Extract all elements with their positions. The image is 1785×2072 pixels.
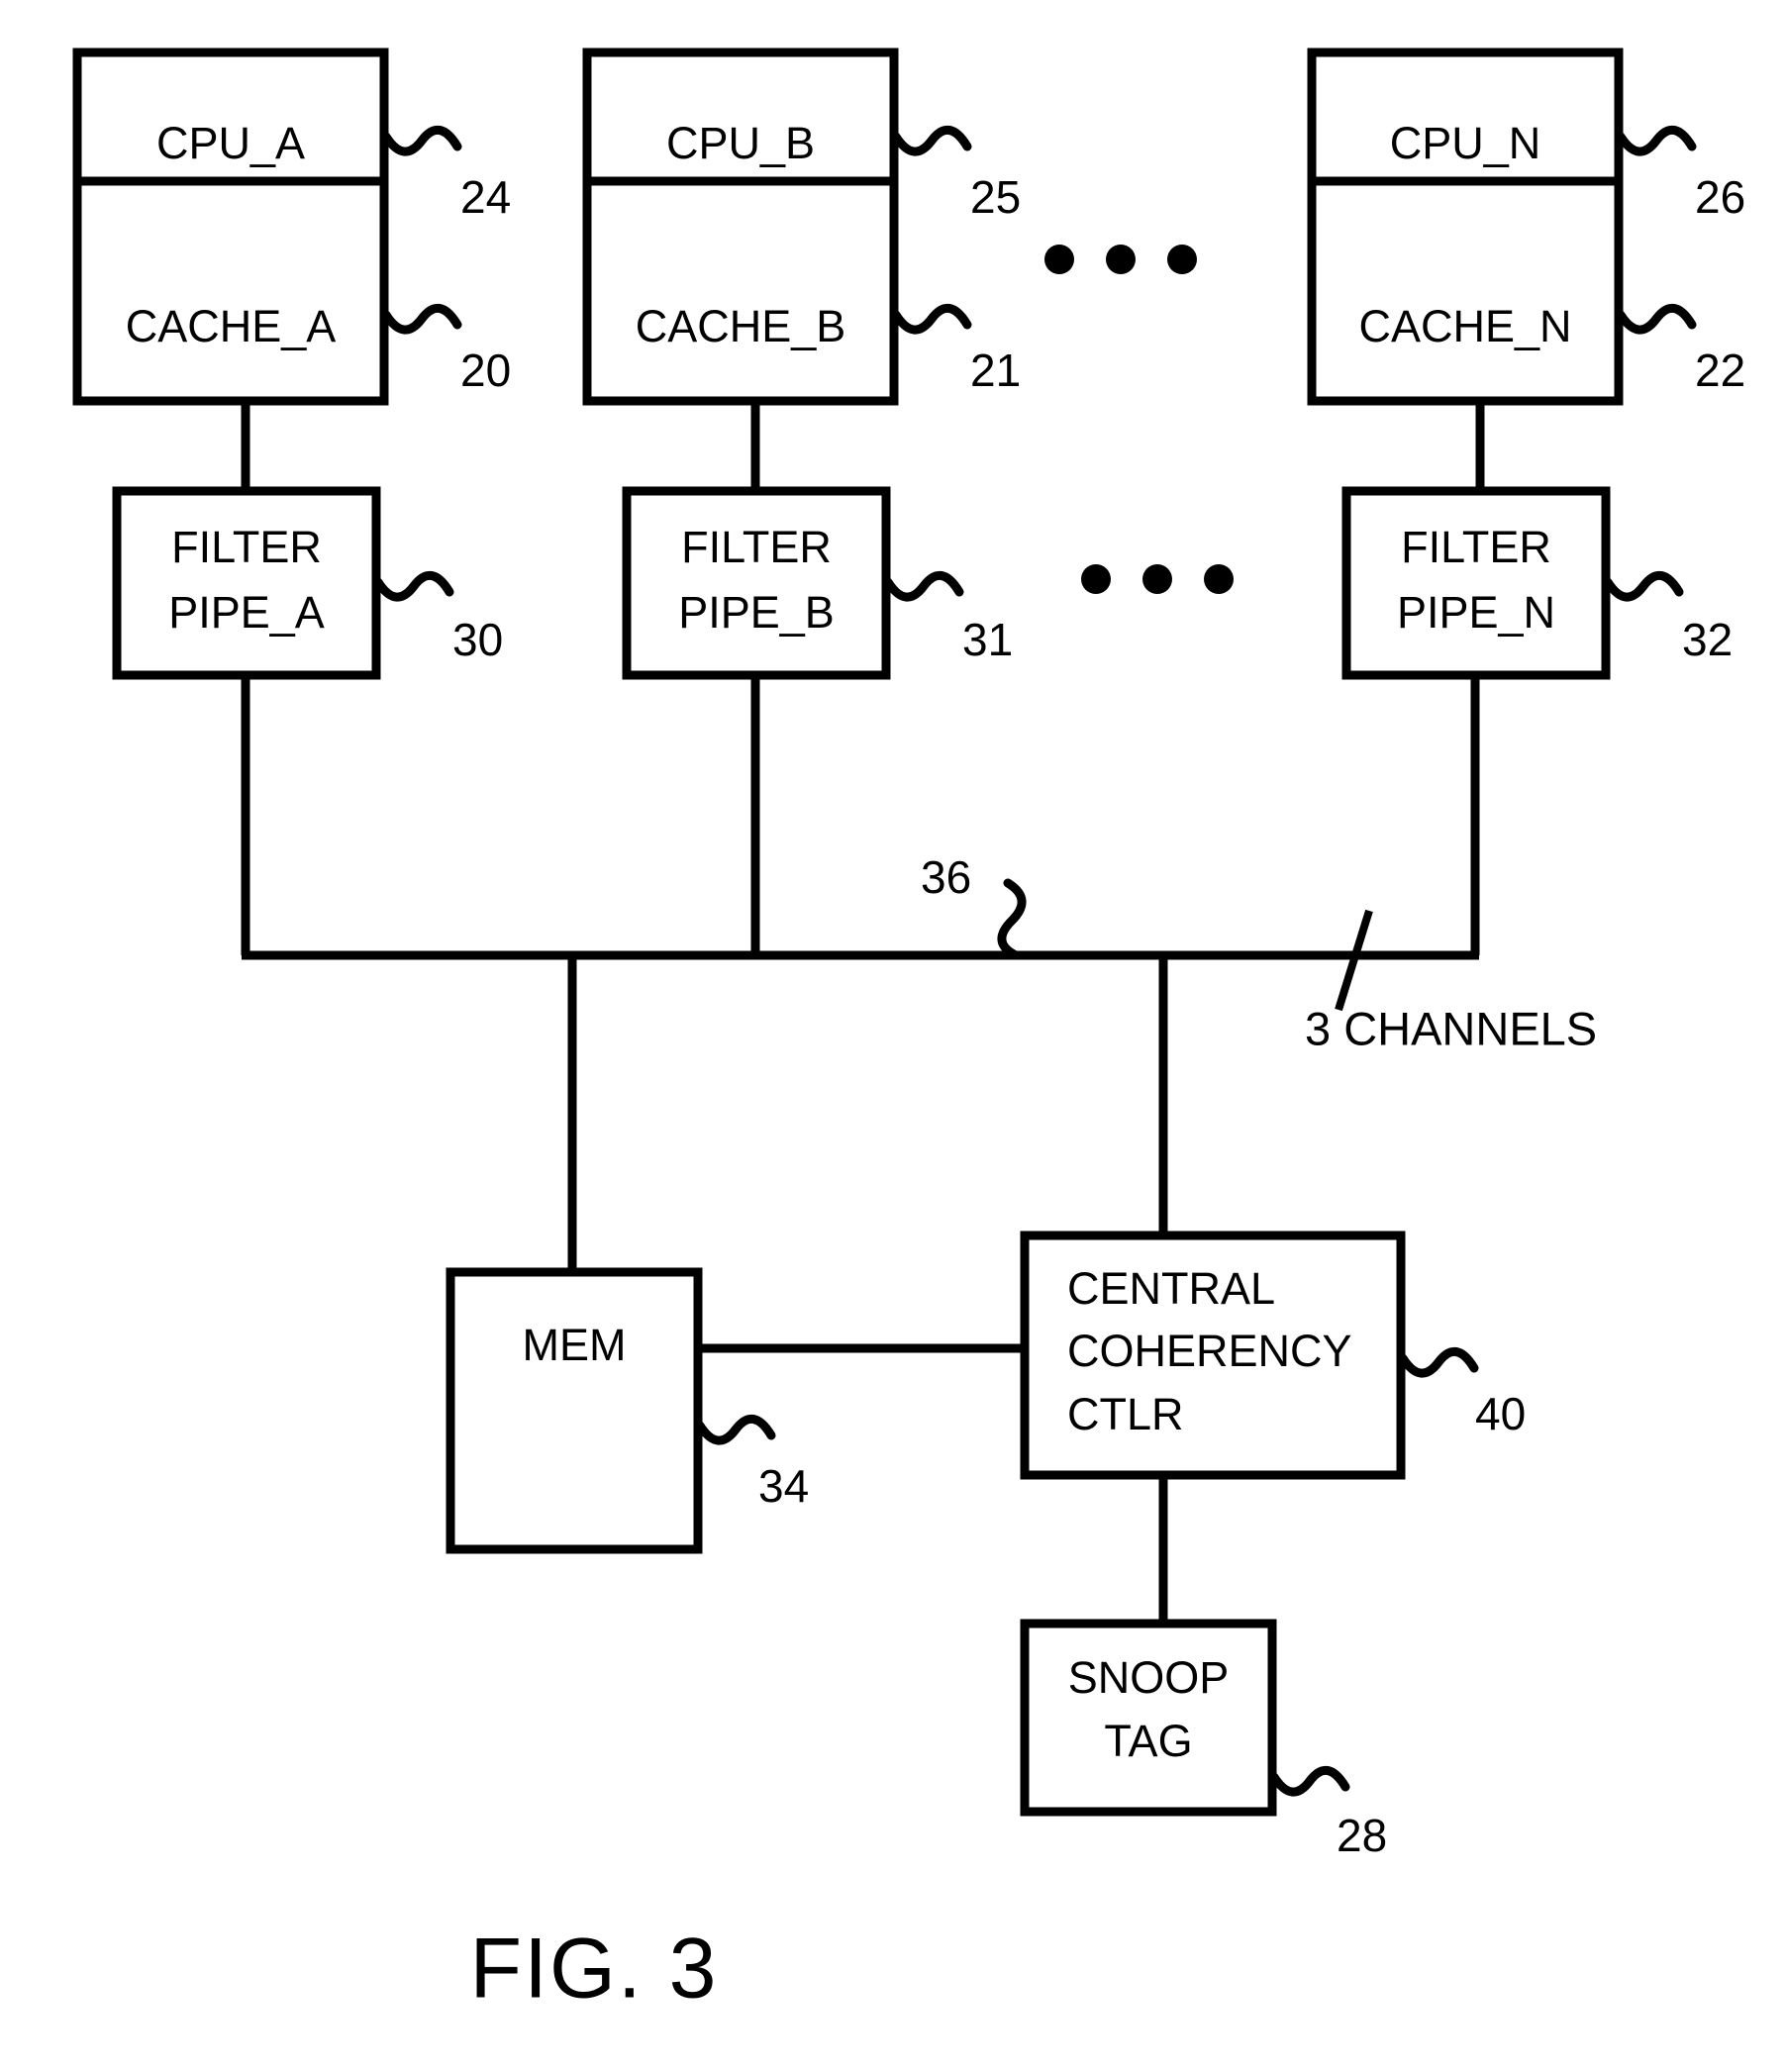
filter-pipe-b-leader-squiggle (883, 571, 964, 602)
mem-ref: 34 (758, 1460, 809, 1512)
cache-b-box (582, 176, 899, 406)
ellipsis-middle (1081, 564, 1234, 594)
cache-b-ref: 21 (970, 345, 1021, 396)
cpu-n-ref: 26 (1695, 171, 1745, 223)
cpu-a-leader-squiggle (381, 126, 462, 156)
filter-pipe-a-label-line2: PIPE_A (168, 587, 325, 638)
central-coherency-ctlr-leader-squiggle (1398, 1347, 1479, 1378)
cpu-n-leader-squiggle (1616, 126, 1697, 156)
cpu-a-label: CPU_A (156, 118, 305, 168)
cpu-a-ref: 24 (460, 171, 511, 223)
filter-pipe-n-leader-squiggle (1603, 571, 1684, 602)
mem-leader-squiggle (695, 1415, 776, 1445)
cpu-n-label: CPU_N (1390, 118, 1541, 168)
cache-b-label: CACHE_B (636, 301, 846, 351)
cpu-b-ref: 25 (970, 171, 1021, 223)
bus-channel-annotation: 3 CHANNELS (1305, 1002, 1597, 1054)
snoop-tag-label-line2: TAG (1104, 1716, 1192, 1766)
filter-pipe-b-label-line2: PIPE_B (678, 587, 835, 638)
filter-pipe-n-ref: 32 (1682, 614, 1733, 665)
filter-pipe-b-label-line1: FILTER (681, 522, 832, 572)
central-coherency-ctlr-ref: 40 (1475, 1388, 1526, 1439)
central-coherency-ctlr-label-line1: CENTRAL (1067, 1263, 1275, 1314)
figure-canvas: CPU_A CACHE_A 24 20 CPU_B CACHE_B 25 21 … (0, 0, 1785, 2072)
cache-n-box (1307, 176, 1624, 406)
central-coherency-ctlr-label-line3: CTLR (1067, 1389, 1184, 1439)
cache-n-label: CACHE_N (1358, 301, 1571, 351)
filter-pipe-a-ref: 30 (452, 614, 503, 665)
filter-pipe-b-ref: 31 (962, 614, 1013, 665)
cache-a-box (72, 176, 389, 406)
mem-box (446, 1267, 703, 1554)
filter-pipe-a-leader-squiggle (373, 571, 454, 602)
figure-caption: FIG. 3 (470, 1922, 719, 2017)
filter-pipe-a-label-line1: FILTER (171, 522, 322, 572)
cache-a-leader-squiggle (381, 304, 462, 335)
filter-pipe-n-box (1341, 486, 1611, 680)
mem-label: MEM (523, 1320, 627, 1370)
cache-a-ref: 20 (460, 345, 511, 396)
cache-a-label: CACHE_A (126, 301, 337, 351)
ellipsis-top (1044, 245, 1197, 274)
cpu-b-leader-squiggle (891, 126, 972, 156)
bus-ref: 36 (921, 851, 971, 903)
filter-pipe-n-label-line2: PIPE_N (1397, 587, 1555, 638)
bus-channel-slash (1335, 909, 1373, 1012)
filter-pipe-n-label-line1: FILTER (1401, 522, 1551, 572)
cache-n-leader-squiggle (1616, 304, 1697, 335)
cache-n-ref: 22 (1695, 345, 1745, 396)
central-coherency-ctlr-label-line2: COHERENCY (1067, 1326, 1352, 1376)
filter-pipe-a-box (112, 486, 381, 680)
cpu-b-label: CPU_B (666, 118, 815, 168)
snoop-tag-ref: 28 (1337, 1810, 1387, 1861)
bus-leader-squiggle (997, 878, 1027, 960)
snoop-tag-leader-squiggle (1269, 1766, 1350, 1797)
snoop-tag-label-line1: SNOOP (1068, 1652, 1230, 1703)
cache-b-leader-squiggle (891, 304, 972, 335)
block-diagram: CPU_A CACHE_A 24 20 CPU_B CACHE_B 25 21 … (72, 48, 1745, 2017)
filter-pipe-b-box (622, 486, 891, 680)
